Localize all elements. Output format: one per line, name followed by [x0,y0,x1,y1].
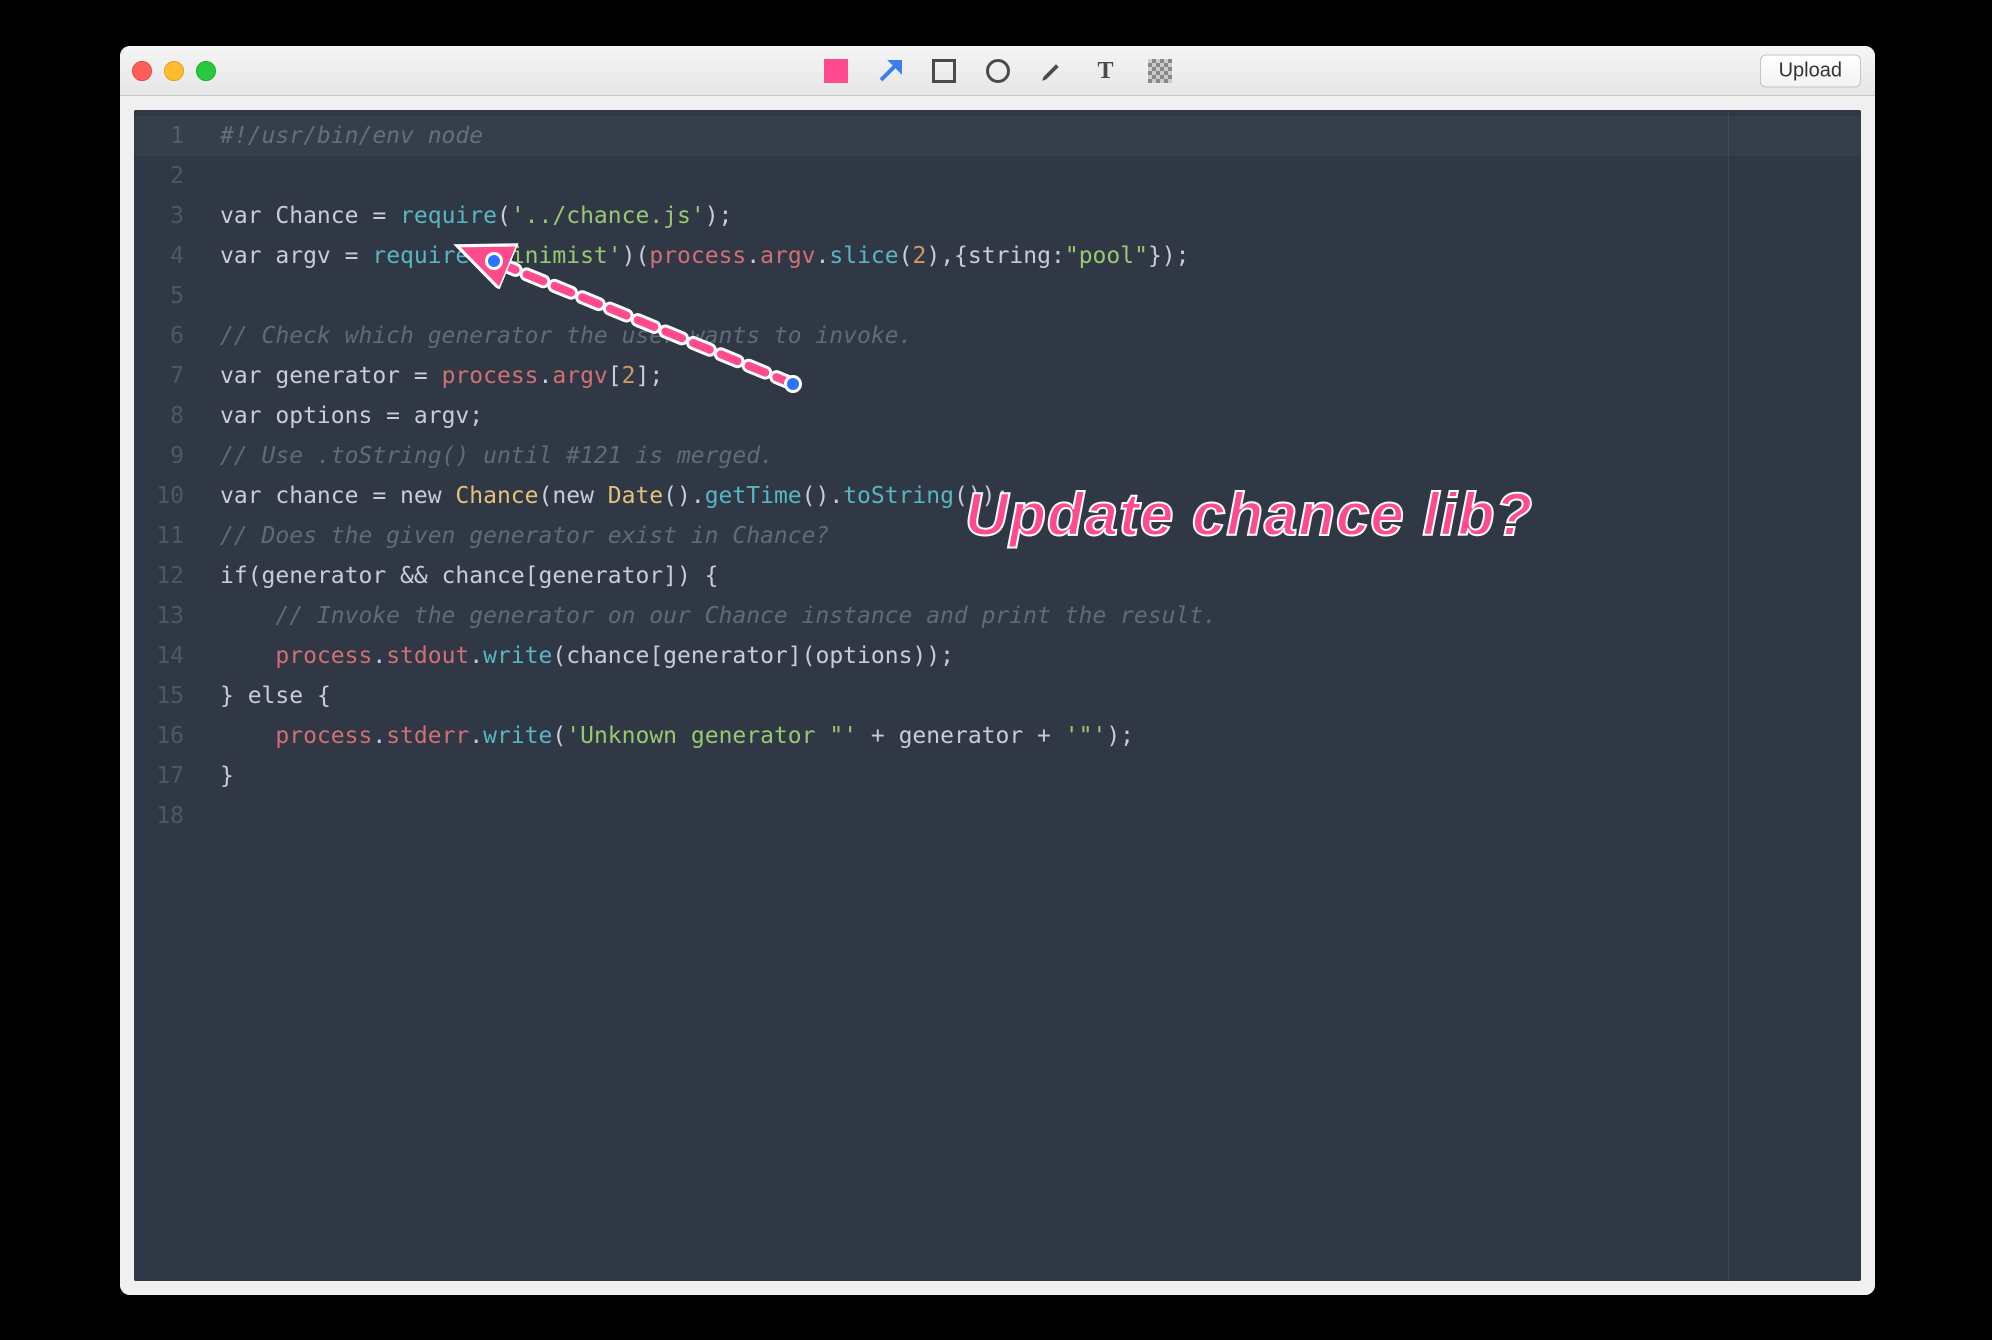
tool-circle-outline[interactable] [984,57,1012,85]
blur-icon [1148,59,1172,83]
upload-button[interactable]: Upload [1760,54,1861,87]
tool-pen[interactable] [1038,57,1066,85]
app-window: T Upload 123456789101112131415161718 #!/… [120,46,1875,1295]
arrow-icon [878,59,902,83]
line-gutter: 123456789101112131415161718 [134,110,198,1281]
code-line: var argv = require('minimist')(process.a… [220,236,1861,276]
code-line: var Chance = require('../chance.js'); [220,196,1861,236]
line-number: 5 [134,276,198,316]
window-controls [132,61,216,81]
code-line [220,276,1861,316]
tool-rectangle-outline[interactable] [930,57,958,85]
code-line: // Use .toString() until #121 is merged. [220,436,1861,476]
minimize-icon[interactable] [164,61,184,81]
stage: T Upload 123456789101112131415161718 #!/… [0,0,1992,1340]
line-number: 7 [134,356,198,396]
canvas-area[interactable]: 123456789101112131415161718 #!/usr/bin/e… [120,96,1875,1295]
line-number: 18 [134,796,198,836]
close-icon[interactable] [132,61,152,81]
line-number: 12 [134,556,198,596]
code-line: var options = argv; [220,396,1861,436]
line-number: 15 [134,676,198,716]
line-number: 3 [134,196,198,236]
code-line: } [220,756,1861,796]
titlebar: T Upload [120,46,1875,96]
line-number: 10 [134,476,198,516]
annotation-toolbar: T [822,57,1174,85]
zoom-icon[interactable] [196,61,216,81]
code-line: } else { [220,676,1861,716]
code-line: // Invoke the generator on our Chance in… [220,596,1861,636]
line-number: 13 [134,596,198,636]
tool-filled-rectangle[interactable] [822,57,850,85]
line-number: 14 [134,636,198,676]
tool-blur[interactable] [1146,57,1174,85]
code-line [220,796,1861,836]
code-line: var generator = process.argv[2]; [220,356,1861,396]
tool-text[interactable]: T [1092,57,1120,85]
column-ruler [1728,110,1729,1281]
code-line: // Does the given generator exist in Cha… [220,516,1861,556]
line-number: 11 [134,516,198,556]
code-editor: 123456789101112131415161718 #!/usr/bin/e… [134,110,1861,1281]
circle-outline-icon [986,59,1010,83]
line-number: 9 [134,436,198,476]
code-line [220,156,1861,196]
line-number: 16 [134,716,198,756]
code-line: if(generator && chance[generator]) { [220,556,1861,596]
line-number: 8 [134,396,198,436]
code-line: process.stderr.write('Unknown generator … [220,716,1861,756]
line-number: 17 [134,756,198,796]
tool-arrow[interactable] [876,57,904,85]
line-number: 4 [134,236,198,276]
filled-rectangle-icon [824,59,848,83]
rectangle-outline-icon [932,59,956,83]
code-line: process.stdout.write(chance[generator](o… [220,636,1861,676]
line-number: 6 [134,316,198,356]
code-line: var chance = new Chance(new Date().getTi… [220,476,1861,516]
pen-icon [1040,59,1064,83]
line-number: 2 [134,156,198,196]
code-line: // Check which generator the user wants … [220,316,1861,356]
code-body: #!/usr/bin/env node var Chance = require… [198,110,1861,1281]
